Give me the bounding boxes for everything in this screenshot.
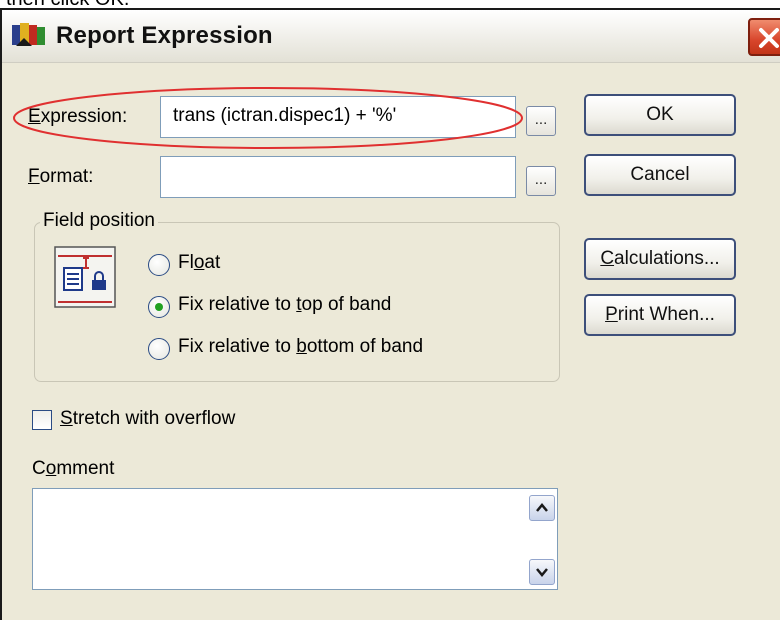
- print-when-accel: P: [605, 304, 618, 325]
- expression-input[interactable]: trans (ictran.dispec1) + '%': [160, 96, 516, 138]
- calculations-rest: alculations...: [614, 248, 720, 269]
- format-label: Format:: [28, 166, 93, 188]
- radio-fix-bottom-label[interactable]: Fix relative to bottom of band: [178, 336, 423, 358]
- chevron-up-icon: [536, 503, 548, 512]
- print-when-rest: rint When...: [617, 304, 715, 325]
- scroll-up-button[interactable]: [529, 495, 555, 521]
- calculations-accel: C: [600, 248, 615, 269]
- ok-button[interactable]: OK: [584, 94, 736, 136]
- format-browse-button[interactable]: ...: [526, 166, 556, 196]
- title-bar[interactable]: Report Expression: [2, 10, 780, 63]
- comment-pre: C: [32, 458, 46, 479]
- fix-bottom-post: ottom of band: [306, 336, 424, 357]
- radio-fix-top-label[interactable]: Fix relative to top of band: [178, 294, 391, 316]
- fix-bottom-accel: b: [296, 336, 307, 357]
- expression-browse-button[interactable]: ...: [526, 106, 556, 136]
- calculations-button[interactable]: Calculations...: [584, 238, 736, 280]
- format-input[interactable]: [160, 156, 516, 198]
- expression-label-accel: E: [28, 106, 41, 127]
- field-position-icon: [54, 246, 116, 308]
- format-label-accel: F: [28, 166, 40, 187]
- fix-bottom-pre: Fix relative to: [178, 336, 297, 357]
- report-expression-dialog: Report Expression Expression: trans (ict…: [0, 8, 780, 620]
- radio-selected-dot: [155, 303, 163, 311]
- chevron-down-icon: [536, 568, 548, 577]
- stretch-label[interactable]: Stretch with overflow: [60, 408, 235, 430]
- radio-float-label[interactable]: Float: [178, 252, 220, 274]
- comment-post: mment: [56, 458, 115, 479]
- radio-fix-top[interactable]: [148, 296, 170, 318]
- close-icon: [759, 28, 779, 48]
- cancel-button[interactable]: Cancel: [584, 154, 736, 196]
- expression-label: Expression:: [28, 106, 127, 128]
- float-accel: o: [193, 252, 205, 273]
- comment-accel: o: [45, 458, 57, 479]
- stretch-accel: S: [60, 408, 73, 429]
- stretch-rest: tretch with overflow: [72, 408, 236, 429]
- float-post: at: [204, 252, 221, 273]
- float-pre: Fl: [178, 252, 194, 273]
- format-label-rest: ormat:: [39, 166, 94, 187]
- app-icon: [10, 20, 50, 50]
- fix-top-post: op of band: [301, 294, 392, 315]
- fix-top-pre: Fix relative to: [178, 294, 297, 315]
- print-when-button[interactable]: Print When...: [584, 294, 736, 336]
- radio-fix-bottom[interactable]: [148, 338, 170, 360]
- expression-value: trans (ictran.dispec1) + '%': [173, 105, 397, 126]
- comment-label: Comment: [32, 458, 114, 480]
- dialog-title: Report Expression: [56, 22, 273, 49]
- expression-label-rest: xpression:: [40, 106, 128, 127]
- stretch-checkbox[interactable]: [32, 410, 52, 430]
- comment-textarea[interactable]: [32, 488, 558, 590]
- radio-float[interactable]: [148, 254, 170, 276]
- close-button[interactable]: [748, 18, 780, 56]
- scroll-down-button[interactable]: [529, 559, 555, 585]
- field-position-title: Field position: [40, 210, 158, 232]
